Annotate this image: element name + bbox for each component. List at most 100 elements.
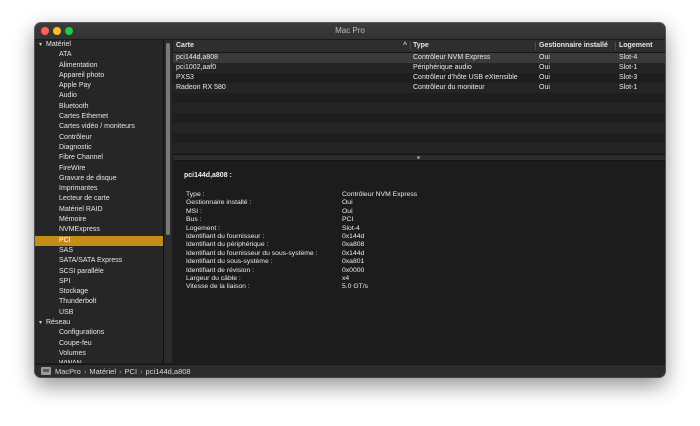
breadcrumb-item[interactable]: MacPro bbox=[55, 367, 81, 376]
disclosure-triangle-icon[interactable]: ▾ bbox=[39, 40, 46, 50]
detail-field-label: Vitesse de la liaison : bbox=[186, 283, 250, 291]
sidebar-scrollbar[interactable] bbox=[164, 40, 172, 363]
detail-field-label: Identifiant du sous-système : bbox=[186, 258, 273, 266]
sidebar-group-0[interactable]: ▾ Matériel bbox=[35, 40, 163, 50]
app-window: Mac Pro ▾ Matériel ATA Alimentation Appareil… bbox=[35, 23, 665, 377]
split-divider[interactable] bbox=[173, 154, 665, 161]
table-row[interactable]: pci144d,a808 Contrôleur NVM Express Oui Slo… bbox=[173, 53, 665, 63]
sort-ascending-icon[interactable]: ^ bbox=[403, 40, 407, 52]
sidebar-item[interactable]: SPI bbox=[35, 277, 163, 287]
sidebar-item[interactable]: SATA/SATA Express bbox=[35, 256, 163, 266]
table-cell: Radeon RX 580 bbox=[176, 84, 226, 91]
detail-field-label: Type : bbox=[186, 191, 205, 198]
sidebar-item[interactable]: SCSI parallèle bbox=[35, 267, 163, 277]
table-row[interactable]: Radeon RX 580 Contrôleur du moniteur Oui Sl… bbox=[173, 83, 665, 93]
sidebar-item[interactable]: Cartes vidéo / moniteurs bbox=[35, 122, 163, 132]
breadcrumb-item[interactable]: PCI bbox=[125, 367, 138, 376]
window-title: Mac Pro bbox=[335, 26, 365, 35]
table-cell: Contrôleur du moniteur bbox=[413, 84, 485, 91]
table-cell: Slot-1 bbox=[619, 84, 638, 91]
column-header-carte[interactable]: Carte bbox=[176, 40, 194, 52]
sidebar-item[interactable]: Mémoire bbox=[35, 215, 163, 225]
table-row[interactable] bbox=[173, 113, 665, 123]
column-header-gestionnaire[interactable]: Gestionnaire installé bbox=[539, 40, 608, 52]
divider-grip-icon[interactable] bbox=[417, 156, 420, 159]
sidebar-item[interactable]: SAS bbox=[35, 246, 163, 256]
column-header-logement[interactable]: Logement bbox=[619, 40, 652, 52]
sidebar-item[interactable]: PCI bbox=[35, 235, 163, 246]
sidebar-item[interactable]: Imprimantes bbox=[35, 184, 163, 194]
sidebar-item[interactable]: Gravure de disque bbox=[35, 174, 163, 184]
table-cell: Oui bbox=[539, 84, 550, 91]
sidebar-item[interactable]: Alimentation bbox=[35, 61, 163, 71]
sidebar-item[interactable]: Configurations bbox=[35, 328, 163, 338]
breadcrumb-item[interactable]: Matériel bbox=[89, 367, 116, 376]
sidebar-item[interactable]: Thunderbolt bbox=[35, 297, 163, 307]
table-row[interactable] bbox=[173, 133, 665, 143]
detail-field-label: Identifiant du fournisseur : bbox=[186, 233, 265, 240]
title-bar: Mac Pro bbox=[35, 23, 665, 40]
detail-field-label: Identifiant du fournisseur du sous-systè… bbox=[186, 249, 318, 257]
detail-field-value: PCI bbox=[342, 216, 354, 224]
table-cell: Oui bbox=[539, 74, 550, 81]
sidebar-item[interactable]: Diagnostic bbox=[35, 143, 163, 153]
table-row[interactable] bbox=[173, 93, 665, 103]
table-cell: pci144d,a808 bbox=[176, 54, 219, 61]
detail-field-label: Logement : bbox=[186, 224, 221, 232]
detail-pane: pci144d,a808 : Type : Contrôleur NVM Expr… bbox=[173, 161, 665, 363]
table-cell: Oui bbox=[539, 54, 550, 61]
table-row[interactable] bbox=[173, 123, 665, 133]
sidebar-item[interactable]: Volumes bbox=[35, 349, 163, 359]
sidebar-item[interactable]: Appareil photo bbox=[35, 71, 163, 81]
sidebar-item[interactable]: FireWire bbox=[35, 164, 163, 174]
sidebar: ▾ Matériel ATA Alimentation Appareil photo Ap… bbox=[35, 40, 164, 363]
detail-field-value: 0x144d bbox=[342, 249, 365, 257]
breadcrumb-item[interactable]: pci144d,a808 bbox=[146, 367, 191, 376]
detail-field-label: Largeur du câble : bbox=[186, 275, 241, 282]
breadcrumb-separator: › bbox=[140, 367, 143, 376]
table-cell: Périphérique audio bbox=[413, 64, 472, 71]
detail-field-value: 0xa808 bbox=[342, 241, 365, 249]
status-bar: MacPro › Matériel › PCI › pci144d,a808 bbox=[35, 364, 665, 377]
sidebar-item[interactable]: Audio bbox=[35, 91, 163, 101]
main-panel: Carte ^ Type Gestionnaire installé Logem… bbox=[173, 40, 665, 363]
detail-field-value: Slot-4 bbox=[342, 224, 360, 232]
disclosure-triangle-icon[interactable]: ▾ bbox=[39, 318, 46, 328]
sidebar-item[interactable]: Fibre Channel bbox=[35, 153, 163, 163]
table-cell: Slot-3 bbox=[619, 74, 638, 81]
breadcrumb: MacPro › Matériel › PCI › pci144d,a808 bbox=[55, 365, 191, 377]
detail-field-value: Oui bbox=[342, 199, 353, 207]
table-row[interactable]: pci1002,aaf0 Périphérique audio Oui Slot-1 bbox=[173, 63, 665, 73]
sidebar-group-1[interactable]: ▾ Réseau bbox=[35, 318, 163, 328]
sidebar-group-label: Matériel bbox=[46, 41, 71, 48]
detail-field-label: MSI : bbox=[186, 207, 202, 215]
detail-field-value: 0x0000 bbox=[342, 266, 365, 274]
table-cell: Slot-4 bbox=[619, 54, 638, 61]
table-row[interactable] bbox=[173, 103, 665, 113]
detail-title: pci144d,a808 : bbox=[184, 172, 232, 179]
table-row[interactable]: PXS3 Contrôleur d’hôte USB eXtensible Oui S… bbox=[173, 73, 665, 83]
column-header-type[interactable]: Type bbox=[413, 40, 429, 52]
sidebar-item[interactable]: Bluetooth bbox=[35, 102, 163, 112]
table-cell: Oui bbox=[539, 64, 550, 71]
detail-field-value: x4 bbox=[342, 275, 350, 282]
detail-field-value: 5.0 GT/s bbox=[342, 283, 369, 291]
sidebar-item[interactable]: Cartes Ethernet bbox=[35, 112, 163, 122]
sidebar-item[interactable]: NVMExpress bbox=[35, 225, 163, 235]
computer-icon bbox=[41, 367, 51, 375]
table-cell: Slot-1 bbox=[619, 64, 638, 71]
sidebar-item[interactable]: Matériel RAID bbox=[35, 205, 163, 215]
detail-field-value: Oui bbox=[342, 207, 353, 215]
sidebar-item[interactable]: Contrôleur bbox=[35, 133, 163, 143]
sidebar-item[interactable]: WWAN bbox=[35, 359, 163, 363]
table-header: Carte ^ Type Gestionnaire installé Logem… bbox=[173, 40, 665, 53]
table-row[interactable] bbox=[173, 143, 665, 153]
sidebar-item[interactable]: Apple Pay bbox=[35, 81, 163, 91]
sidebar-scroll-thumb[interactable] bbox=[166, 43, 170, 235]
sidebar-item[interactable]: USB bbox=[35, 308, 163, 318]
breadcrumb-separator: › bbox=[119, 367, 122, 376]
sidebar-item[interactable]: Stockage bbox=[35, 287, 163, 297]
sidebar-item[interactable]: Coupe-feu bbox=[35, 339, 163, 349]
sidebar-item[interactable]: ATA bbox=[35, 50, 163, 60]
sidebar-item[interactable]: Lecteur de carte bbox=[35, 194, 163, 204]
